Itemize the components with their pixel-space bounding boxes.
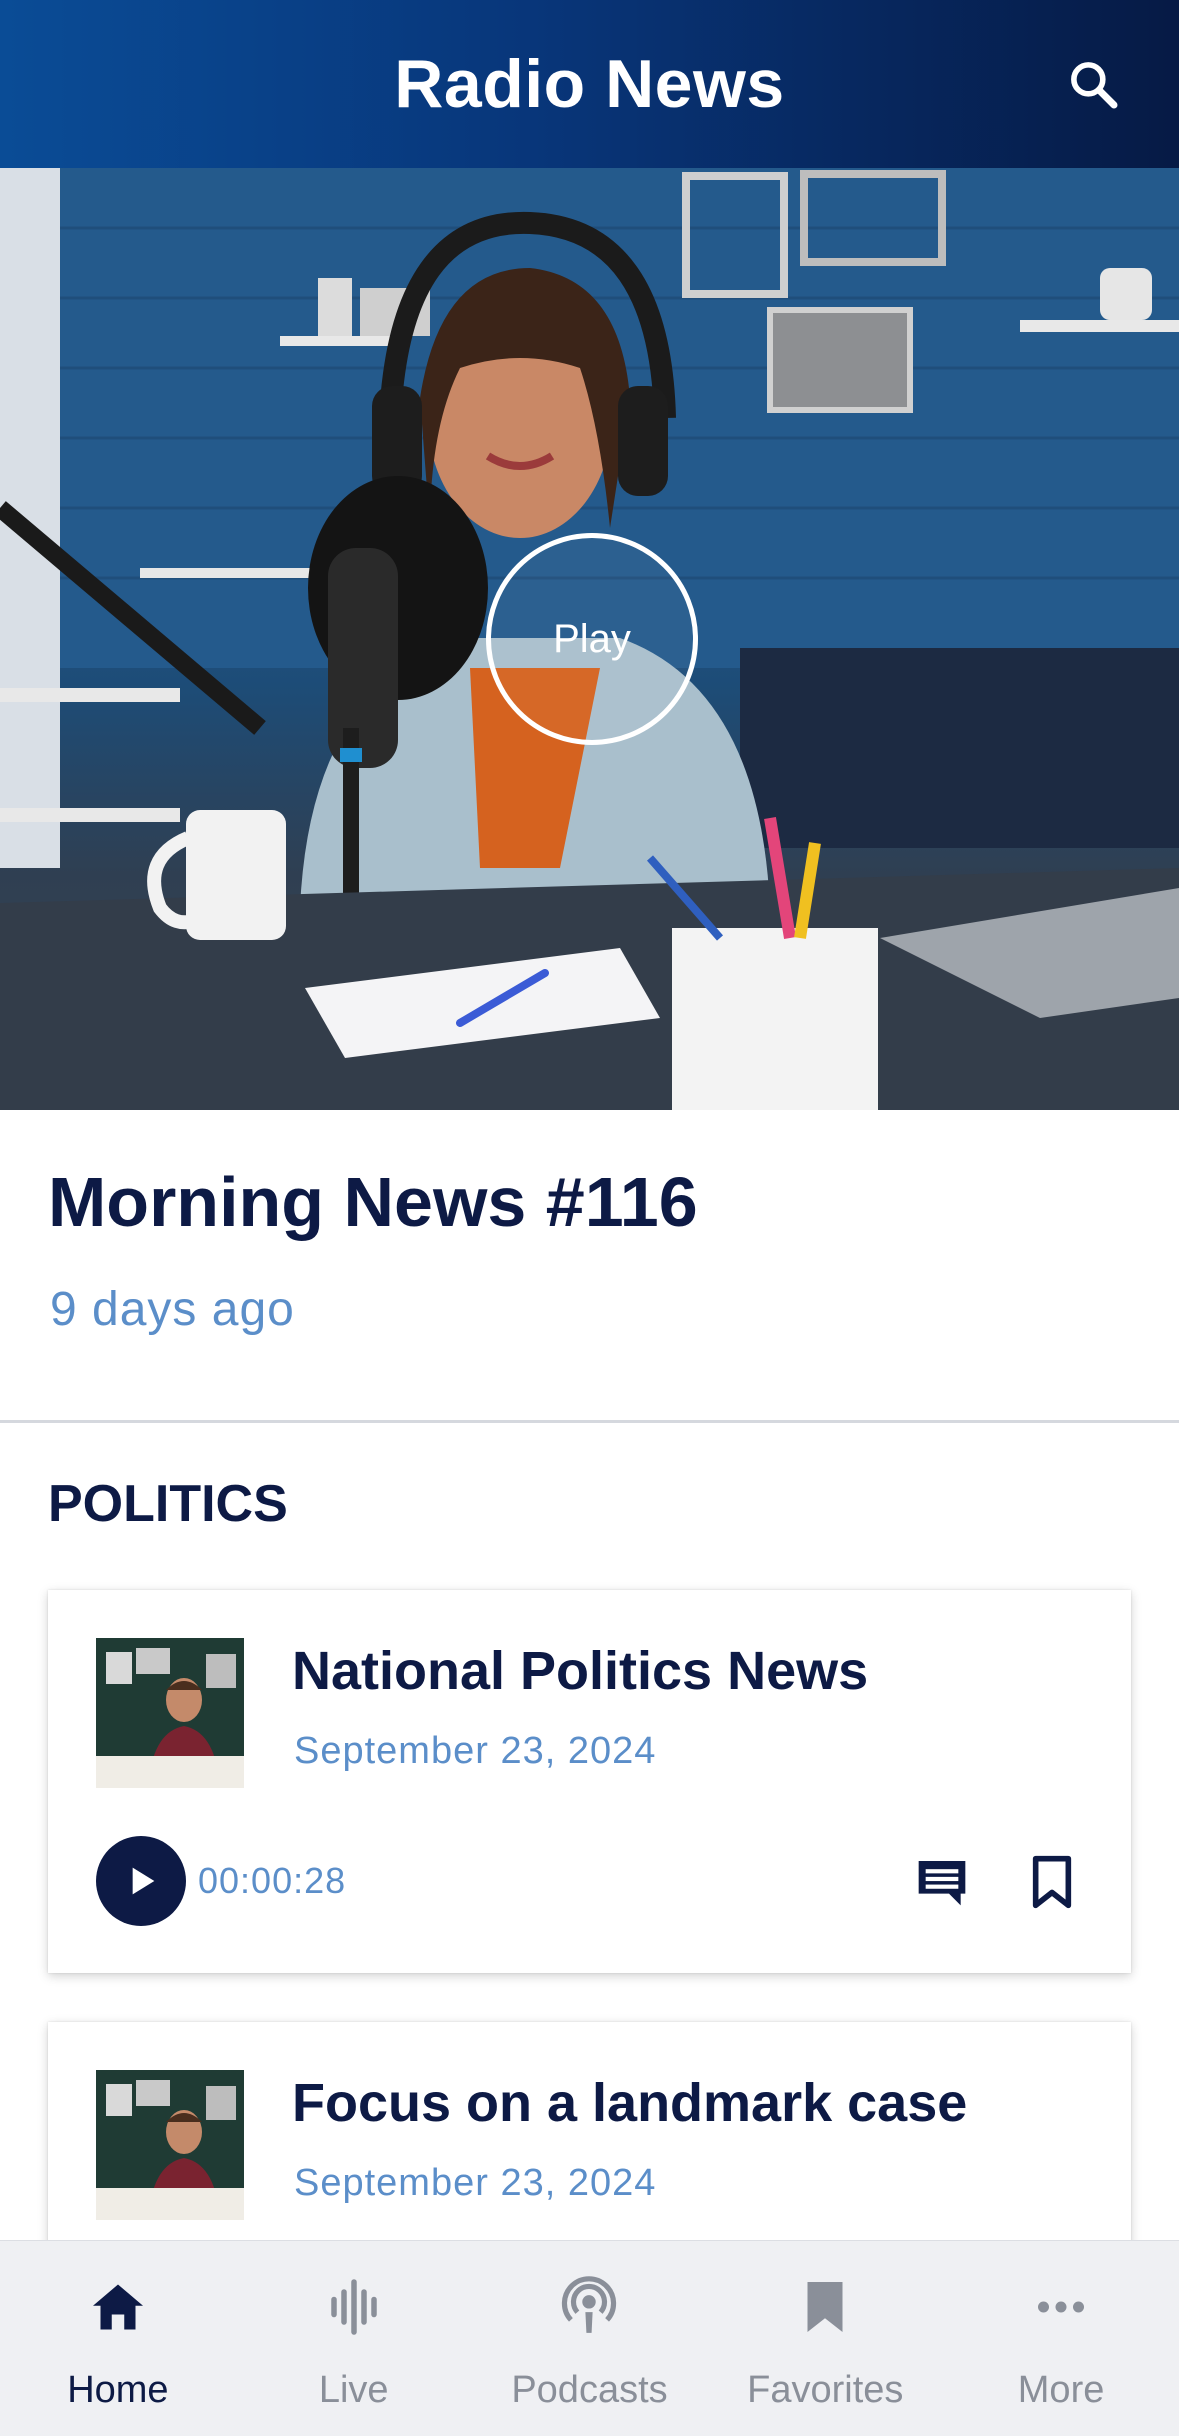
audio-wave-icon bbox=[330, 2279, 377, 2335]
divider bbox=[0, 1420, 1179, 1423]
episode-title: Morning News #116 bbox=[48, 1163, 698, 1241]
duration: 00:00:28 bbox=[198, 1860, 347, 1901]
news-date: September 23, 2024 bbox=[294, 1730, 657, 1772]
news-thumbnail bbox=[96, 2070, 244, 2220]
nav-item-more[interactable]: More bbox=[943, 2241, 1179, 2436]
comment-button[interactable] bbox=[914, 1854, 970, 1910]
nav-label-home: Home bbox=[67, 2369, 169, 2411]
search-icon bbox=[1071, 62, 1118, 109]
more-icon bbox=[1038, 2301, 1085, 2313]
nav-label-more: More bbox=[1017, 2369, 1105, 2411]
bottom-navigation: Home Live Podcasts Favorites More bbox=[0, 2240, 1179, 2436]
nav-item-live[interactable]: Live bbox=[236, 2241, 472, 2436]
podcast-icon bbox=[562, 2276, 617, 2333]
nav-label-live: Live bbox=[318, 2369, 389, 2411]
play-button[interactable] bbox=[96, 1836, 186, 1926]
nav-label-podcasts: Podcasts bbox=[511, 2369, 668, 2411]
app-title: Radio News bbox=[394, 46, 785, 122]
bookmark-button[interactable] bbox=[1028, 1854, 1076, 1910]
news-card[interactable]: National Politics News September 23, 202… bbox=[48, 1590, 1131, 1973]
play-icon bbox=[132, 1867, 155, 1895]
episode-date: 9 days ago bbox=[50, 1283, 295, 1336]
nav-item-favorites[interactable]: Favorites bbox=[707, 2241, 943, 2436]
news-date: September 23, 2024 bbox=[294, 2162, 657, 2204]
news-thumbnail bbox=[96, 1638, 244, 1788]
nav-item-podcasts[interactable]: Podcasts bbox=[472, 2241, 708, 2436]
search-button[interactable] bbox=[1059, 50, 1127, 118]
nav-label-favorites: Favorites bbox=[747, 2369, 904, 2411]
nav-item-home[interactable]: Home bbox=[0, 2241, 236, 2436]
play-button[interactable]: Play bbox=[486, 533, 698, 745]
app-header: Radio News bbox=[0, 0, 1179, 168]
bookmark-icon bbox=[1032, 1855, 1072, 1909]
section-heading: POLITICS bbox=[48, 1475, 288, 1533]
bookmark-icon bbox=[807, 2282, 843, 2332]
comment-icon bbox=[918, 1861, 966, 1906]
news-title: National Politics News bbox=[292, 1641, 869, 1701]
news-title: Focus on a landmark case bbox=[292, 2073, 968, 2133]
play-label: Play bbox=[553, 616, 631, 661]
hero-image[interactable]: Play bbox=[0, 168, 1179, 1110]
featured-episode[interactable]: Morning News #116 9 days ago bbox=[0, 1110, 1179, 1420]
home-icon bbox=[92, 2284, 143, 2330]
